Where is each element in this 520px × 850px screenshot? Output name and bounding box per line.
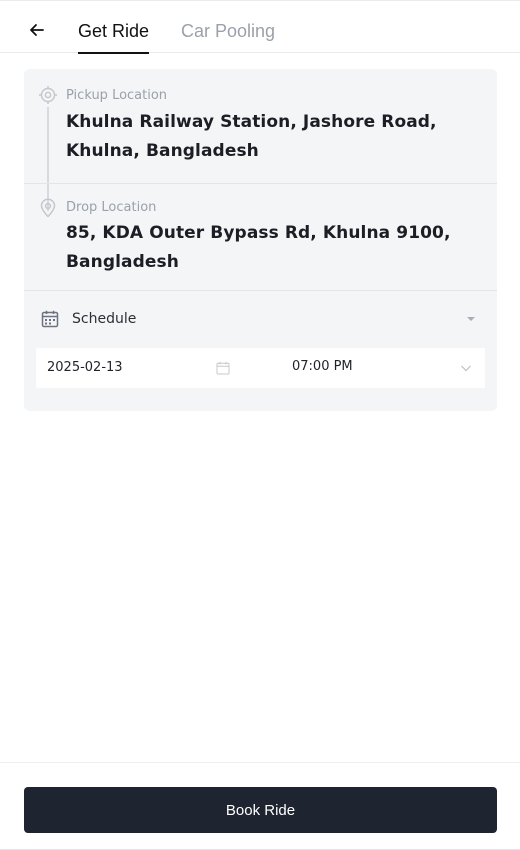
calendar-small-icon xyxy=(216,361,230,375)
top-nav: Get Ride Car Pooling xyxy=(0,1,520,54)
active-tab-indicator xyxy=(78,52,150,54)
location-target-icon xyxy=(39,86,57,104)
ride-details-card: Pickup Location Khulna Railway Station, … xyxy=(24,69,497,411)
tab-get-ride-label: Get Ride xyxy=(78,21,150,41)
tab-car-pooling[interactable]: Car Pooling xyxy=(181,20,275,42)
time-picker-select[interactable]: 07:00 PM xyxy=(276,348,485,388)
date-time-picker-row: 2025-02-13 07:00 PM xyxy=(36,348,485,388)
calendar-icon xyxy=(41,310,59,328)
time-value: 07:00 PM xyxy=(292,359,353,374)
footer-bar: Book Ride xyxy=(0,762,520,850)
map-pin-icon xyxy=(40,198,56,218)
caret-down-icon xyxy=(467,317,475,321)
back-button[interactable] xyxy=(26,19,48,41)
drop-location-field[interactable]: Drop Location 85, KDA Outer Bypass Rd, K… xyxy=(24,184,497,291)
tab-car-pooling-label: Car Pooling xyxy=(181,21,276,41)
date-picker-input[interactable]: 2025-02-13 xyxy=(36,348,246,388)
arrow-left-icon xyxy=(30,24,44,36)
drop-location-value: 85, KDA Outer Bypass Rd, Khulna 9100, Ba… xyxy=(66,223,451,272)
chevron-down-icon xyxy=(461,365,471,372)
pickup-location-value: Khulna Railway Station, Jashore Road, Kh… xyxy=(66,112,437,161)
pickup-location-label: Pickup Location xyxy=(66,88,168,103)
book-ride-button[interactable]: Book Ride xyxy=(24,787,497,833)
tab-get-ride[interactable]: Get Ride xyxy=(78,20,150,54)
pickup-location-field[interactable]: Pickup Location Khulna Railway Station, … xyxy=(24,69,497,184)
book-ride-label: Book Ride xyxy=(225,801,296,819)
schedule-dropdown[interactable]: Schedule xyxy=(24,291,497,347)
drop-location-label: Drop Location xyxy=(66,200,157,215)
schedule-label: Schedule xyxy=(72,311,137,327)
date-value: 2025-02-13 xyxy=(47,360,123,375)
